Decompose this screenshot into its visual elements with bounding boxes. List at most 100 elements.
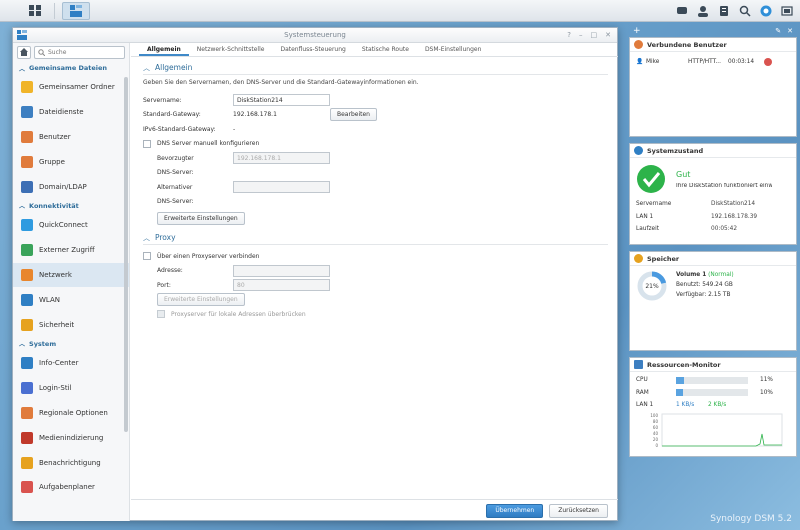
tab-netzwerk-schnittstelle[interactable]: Netzwerk-Schnittstelle (189, 43, 273, 56)
proxy-address-label: Adresse: (157, 267, 183, 275)
health-val-lan: 192.168.178.39 (711, 213, 758, 220)
add-widget-icon[interactable]: + (633, 26, 641, 36)
dns-advanced-button[interactable]: Erweiterte Einstellungen (157, 211, 245, 225)
proxy-checkbox[interactable] (143, 252, 151, 261)
login-style-icon (21, 382, 33, 395)
proxy-port-label: Port: (157, 281, 171, 289)
connected-users-widget: Verbundene Benutzer 👤 Mike HTTP/HTT... 0… (629, 37, 797, 137)
close-widgets-icon[interactable]: ✕ (787, 27, 793, 35)
chevron-up-icon: ︿ (143, 63, 150, 72)
shield-icon (21, 318, 33, 331)
chat-icon[interactable] (674, 3, 689, 18)
sidebar-section-header[interactable]: ︿ Gemeinsame Dateien (13, 61, 129, 75)
widgets-icon[interactable] (758, 3, 773, 18)
preferred-dns-label-2: DNS-Server: (157, 169, 194, 177)
sidebar-item-dateidienste[interactable]: Dateidienste (13, 100, 129, 125)
clock-icon (21, 406, 33, 419)
main-menu-button[interactable] (22, 2, 50, 20)
preferred-dns-input[interactable] (233, 152, 330, 165)
proxy-address-input[interactable] (233, 264, 330, 277)
cpu-bar (676, 376, 748, 384)
user-icon: 👤 (636, 59, 644, 66)
sidebar-item-info-center[interactable]: Info-Center (13, 351, 129, 376)
sidebar-item-gemeinsamer-ordner[interactable]: Gemeinsamer Ordner (13, 75, 129, 100)
resource-monitor-widget: Ressourcen-Monitor CPU 11% RAM 10% LAN 11 … (629, 357, 797, 457)
storage-icon (634, 254, 643, 263)
dns-manual-checkbox[interactable] (143, 139, 151, 148)
reset-button[interactable]: Zurücksetzen (549, 503, 608, 518)
window-titlebar[interactable]: Systemsteuerung ? – □ ✕ (13, 28, 617, 43)
system-health-widget: Systemzustand Gut Ihre DiskStation funkt… (629, 143, 797, 245)
sidebar-item-wlan[interactable]: WLAN (13, 287, 129, 312)
network-icon (21, 268, 33, 281)
sidebar-item-aufgabenplaner[interactable]: Aufgabenplaner (13, 475, 129, 500)
health-key-lan[interactable]: LAN 1 (636, 214, 711, 220)
sidebar-section-label: Gemeinsame Dateien (29, 64, 108, 72)
proxy-port-input[interactable] (233, 279, 330, 292)
tab-dsm-einstellungen[interactable]: DSM-Einstellungen (417, 43, 489, 56)
sidebar-item-netzwerk[interactable]: Netzwerk (13, 262, 129, 288)
general-pane: ︿ Allgemein Geben Sie den Servernamen, d… (143, 61, 608, 322)
sidebar-item-label: Benachrichtigung (39, 458, 101, 467)
tab-allgemein[interactable]: Allgemein (139, 43, 189, 56)
sidebar-scrollbar[interactable] (124, 77, 128, 432)
proxy-section-header[interactable]: ︿ Proxy (143, 231, 608, 245)
search-box[interactable] (34, 45, 125, 59)
window-title: Systemsteuerung (284, 31, 346, 39)
sidebar-item-externer-zugriff[interactable]: Externer Zugriff (13, 238, 129, 263)
pilot-view-icon[interactable] (779, 3, 794, 18)
sidebar-section-header[interactable]: ︿ Konnektivität (13, 199, 129, 213)
servername-input[interactable] (233, 94, 330, 107)
apply-button[interactable]: Übernehmen (486, 503, 544, 518)
chevron-up-icon: ︿ (19, 341, 26, 349)
health-key-uptime: Laufzeit (636, 226, 659, 233)
user-name: Mike (646, 59, 660, 66)
storage-title: Speicher (647, 254, 680, 263)
sidebar-item-quickconnect[interactable]: QuickConnect (13, 213, 129, 238)
sidebar-item-domain-ldap[interactable]: Domain/LDAP (13, 174, 129, 199)
close-icon[interactable]: ✕ (605, 28, 611, 43)
info-icon (634, 146, 643, 155)
maximize-icon[interactable]: □ (591, 28, 598, 43)
storage-donut: 21% (637, 271, 667, 301)
pin-icon[interactable]: ✎ (775, 27, 781, 35)
kick-user-icon[interactable] (764, 58, 772, 67)
options-icon[interactable] (716, 3, 731, 18)
grid-icon (29, 5, 41, 16)
chevron-up-icon: ︿ (19, 203, 26, 211)
volume-available: Verfügbar: 2.15 TB (676, 292, 731, 298)
lan-select[interactable]: LAN 1 (636, 402, 676, 408)
home-button[interactable] (17, 45, 31, 59)
search-icon (38, 48, 45, 56)
sidebar-item-benutzer[interactable]: Benutzer (13, 125, 129, 150)
sidebar-item-gruppe[interactable]: Gruppe (13, 149, 129, 174)
info-icon (21, 357, 33, 370)
proxy-advanced-button[interactable]: Erweiterte Einstellungen (157, 293, 245, 307)
general-section-header[interactable]: ︿ Allgemein (143, 61, 608, 75)
sidebar-item-login-stil[interactable]: Login-Stil (13, 376, 129, 401)
sidebar-item-regionale-optionen[interactable]: Regionale Optionen (13, 401, 129, 426)
domain-icon (21, 180, 33, 193)
sidebar-item-medienindizierung[interactable]: Medienindizierung (13, 425, 129, 450)
sidebar-item-label: Login-Stil (39, 384, 72, 393)
proxy-connect-label: Über einen Proxyserver verbinden (157, 252, 260, 260)
minimize-icon[interactable]: – (579, 28, 583, 43)
control-panel-taskbar-button[interactable] (62, 2, 90, 20)
sidebar-item-benachrichtigung[interactable]: Benachrichtigung (13, 450, 129, 475)
search-icon[interactable] (737, 3, 752, 18)
health-message: Ihre DiskStation funktioniert einwandfre… (676, 182, 772, 189)
help-icon[interactable]: ? (567, 28, 571, 43)
sidebar-item-label: WLAN (39, 295, 61, 304)
sidebar-item-sicherheit[interactable]: Sicherheit (13, 312, 129, 337)
tab-statische-route[interactable]: Statische Route (354, 43, 417, 56)
edit-gateway-button[interactable]: Bearbeiten (330, 108, 377, 122)
user-menu-icon[interactable] (695, 3, 710, 18)
sidebar-section-header[interactable]: ︿ System (13, 337, 129, 351)
search-input[interactable] (48, 48, 118, 56)
sidebar-item-label: Gemeinsamer Ordner (39, 83, 115, 92)
alt-dns-input[interactable] (233, 181, 330, 194)
tab-datenfluss-steuerung[interactable]: Datenfluss-Steuerung (272, 43, 353, 56)
notification-icon (21, 456, 33, 469)
proxy-bypass-checkbox[interactable] (157, 310, 165, 319)
control-panel-icon (70, 5, 82, 17)
